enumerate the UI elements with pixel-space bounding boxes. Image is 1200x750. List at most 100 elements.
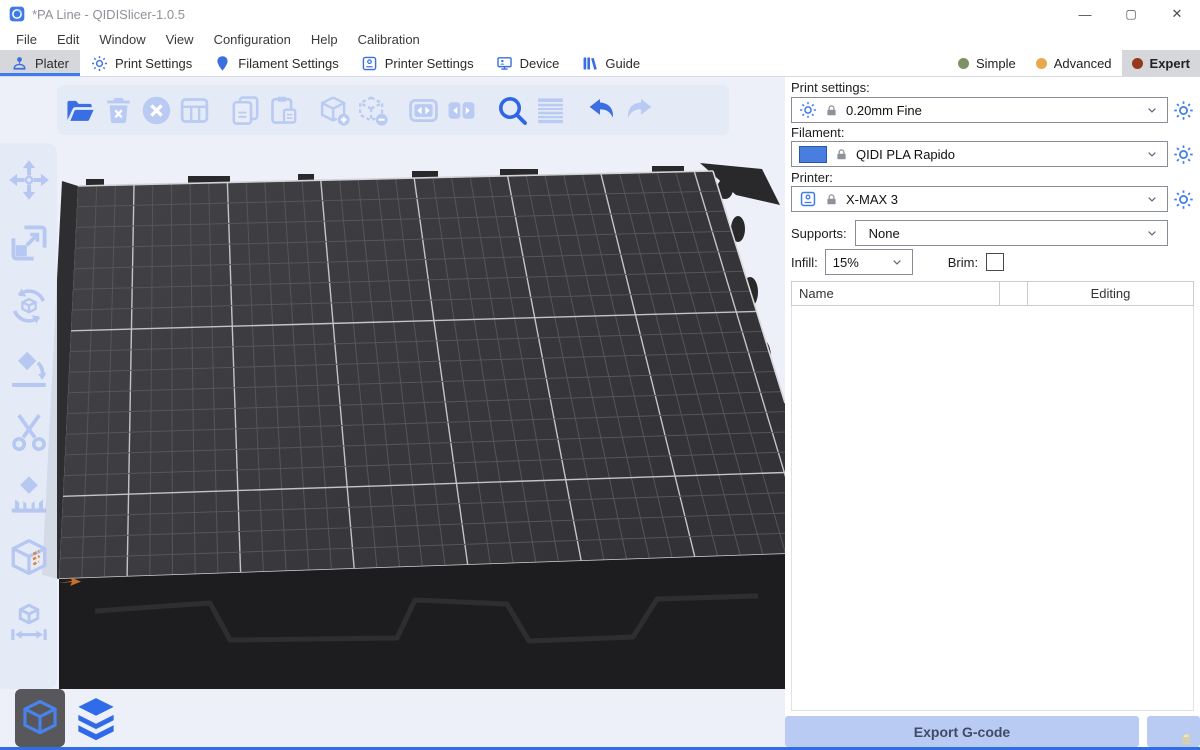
supports-combo[interactable]: None — [855, 220, 1168, 246]
seam-painting-button[interactable] — [6, 535, 52, 581]
support-painting-icon — [7, 473, 51, 517]
column-header-spacer — [999, 282, 1027, 305]
printer-combo[interactable]: X-MAX 3 — [791, 186, 1168, 212]
supports-value: None — [863, 226, 1137, 241]
measure-button[interactable] — [6, 598, 52, 644]
close-button[interactable]: ✕ — [1154, 0, 1200, 28]
add-instance-button[interactable] — [315, 89, 353, 131]
tab-filament-settings[interactable]: Filament Settings — [203, 50, 349, 76]
export-gcode-button[interactable]: Export G-code — [785, 716, 1139, 747]
cube-view-icon — [19, 697, 61, 739]
infill-combo[interactable]: 15% — [825, 249, 913, 275]
window-title: *PA Line - QIDISlicer-1.0.5 — [32, 7, 185, 22]
maximize-button[interactable]: ▢ — [1108, 0, 1154, 28]
export-to-sd-button[interactable] — [1147, 716, 1200, 747]
cube-plus-icon — [318, 94, 351, 127]
open-folder-icon — [64, 94, 97, 127]
redo-button[interactable] — [620, 89, 658, 131]
trash-icon — [102, 94, 135, 127]
title-bar: *PA Line - QIDISlicer-1.0.5 — ▢ ✕ — [0, 0, 1200, 28]
settings-sidebar: Print settings: 0.20mm Fine Filament: QI… — [785, 77, 1200, 750]
place-on-face-button[interactable] — [6, 346, 52, 392]
lock-icon — [824, 103, 839, 118]
brim-checkbox[interactable] — [986, 253, 1004, 271]
printer-icon — [361, 55, 378, 72]
mode-expert[interactable]: Expert — [1122, 50, 1200, 76]
infill-label: Infill: — [791, 255, 818, 270]
delete-all-button[interactable] — [137, 89, 175, 131]
menu-window[interactable]: Window — [89, 30, 155, 49]
cut-button[interactable] — [6, 409, 52, 455]
redo-arrow-icon — [623, 94, 656, 127]
menu-calibration[interactable]: Calibration — [348, 30, 430, 49]
copy-button[interactable] — [226, 89, 264, 131]
tab-printer-settings[interactable]: Printer Settings — [350, 50, 485, 76]
scale-button[interactable] — [6, 220, 52, 266]
mode-simple[interactable]: Simple — [948, 50, 1026, 76]
measure-icon — [7, 599, 51, 643]
printer-label: Printer: — [791, 170, 1194, 185]
gear-icon — [799, 101, 817, 119]
app-logo-icon — [9, 6, 25, 22]
paste-button[interactable] — [264, 89, 302, 131]
menu-edit[interactable]: Edit — [47, 30, 89, 49]
print-settings-label: Print settings: — [791, 80, 1194, 95]
expert-mode-dot-icon — [1132, 58, 1143, 69]
circle-x-icon — [140, 94, 173, 127]
copy-icon — [229, 94, 262, 127]
object-list[interactable] — [791, 306, 1194, 711]
editor-3d-view-button[interactable] — [15, 689, 65, 747]
tab-guide[interactable]: Guide — [570, 50, 651, 76]
rotate-button[interactable] — [6, 283, 52, 329]
filament-value: QIDI PLA Rapido — [856, 147, 1137, 162]
mode-advanced[interactable]: Advanced — [1026, 50, 1122, 76]
sd-card-icon — [1178, 732, 1194, 746]
print-settings-combo[interactable]: 0.20mm Fine — [791, 97, 1168, 123]
variable-layer-height-button[interactable] — [531, 89, 569, 131]
layers-preview-icon — [73, 695, 119, 741]
scale-icon — [7, 221, 51, 265]
chevron-down-icon — [1144, 225, 1160, 241]
paint-on-supports-button[interactable] — [6, 472, 52, 518]
rotate-icon — [7, 284, 51, 328]
lock-icon — [824, 192, 839, 207]
printer-icon — [799, 190, 817, 208]
split-parts-icon — [445, 94, 478, 127]
tab-print-settings[interactable]: Print Settings — [80, 50, 203, 76]
undo-button[interactable] — [582, 89, 620, 131]
open-button[interactable] — [61, 89, 99, 131]
tab-plater[interactable]: Plater — [0, 50, 80, 76]
plater-icon — [11, 55, 28, 72]
menu-file[interactable]: File — [6, 30, 47, 49]
edit-print-settings-gear-button[interactable] — [1173, 100, 1194, 121]
split-to-objects-button[interactable] — [404, 89, 442, 131]
menu-view[interactable]: View — [156, 30, 204, 49]
menu-help[interactable]: Help — [301, 30, 348, 49]
cube-minus-icon — [356, 94, 389, 127]
edit-printer-gear-button[interactable] — [1173, 189, 1194, 210]
guide-books-icon — [581, 55, 598, 72]
supports-label: Supports: — [791, 226, 847, 241]
remove-instance-button[interactable] — [353, 89, 391, 131]
delete-button[interactable] — [99, 89, 137, 131]
lock-icon — [834, 147, 849, 162]
left-toolbar — [0, 143, 57, 689]
filament-combo[interactable]: QIDI PLA Rapido — [791, 141, 1168, 167]
simple-mode-dot-icon — [958, 58, 969, 69]
device-monitor-icon — [496, 55, 513, 72]
split-to-parts-button[interactable] — [442, 89, 480, 131]
menu-bar: File Edit Window View Configuration Help… — [0, 28, 1200, 50]
search-button[interactable] — [493, 89, 531, 131]
object-list-header: Name Editing — [791, 281, 1194, 306]
brim-label: Brim: — [948, 255, 978, 270]
preview-view-button[interactable] — [71, 689, 121, 747]
search-icon — [496, 94, 529, 127]
edit-filament-gear-button[interactable] — [1173, 144, 1194, 165]
arrange-button[interactable] — [175, 89, 213, 131]
minimize-button[interactable]: — — [1062, 0, 1108, 28]
viewport-3d[interactable] — [0, 77, 785, 750]
move-button[interactable] — [6, 157, 52, 203]
gear-icon — [91, 55, 108, 72]
tab-device[interactable]: Device — [485, 50, 571, 76]
menu-configuration[interactable]: Configuration — [204, 30, 301, 49]
